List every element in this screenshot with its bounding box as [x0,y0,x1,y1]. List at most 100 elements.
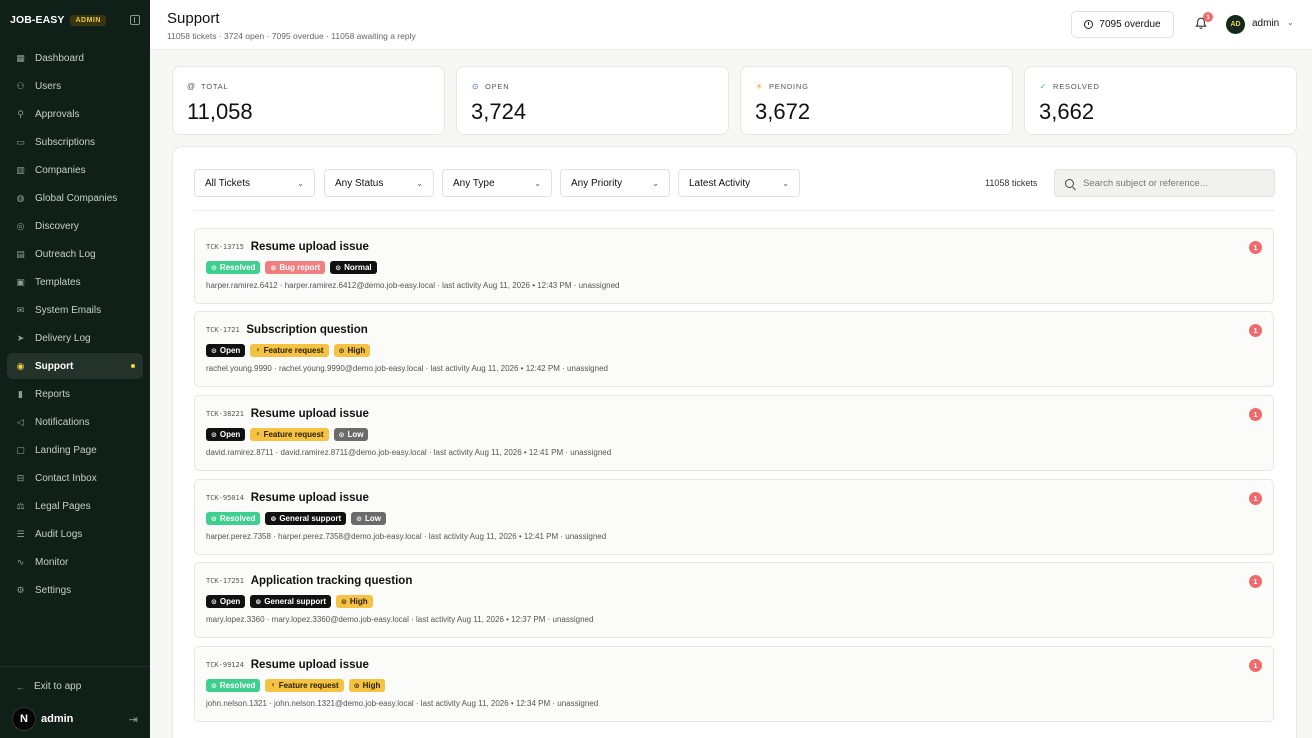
sidebar-item-support[interactable]: ◉ Support [7,353,143,379]
sidebar-item-companies[interactable]: ▥ Companies [7,157,143,183]
tag-bug: ⊗ Bug report [265,261,326,274]
ticket-subject[interactable]: Application tracking question [251,575,413,587]
ticket-row[interactable]: TCK-17251 Application tracking question ⊙ O… [194,562,1274,638]
header-user-name[interactable]: admin [1252,18,1279,29]
arrow-left-icon: ← [16,681,25,692]
ticket-subject[interactable]: Resume upload issue [251,659,369,671]
ticket-reference: TCK-17251 [206,577,244,585]
page-subtitle: 11058 tickets · 3724 open · 7095 overdue… [167,31,416,41]
tag-icon: ⊙ [211,598,217,606]
tag-icon: ⊙ [353,682,360,690]
tag-feature: ♀ Feature request [250,428,329,441]
sidebar-divider [0,666,150,667]
chevron-down-icon[interactable]: ⌄ [1287,18,1294,27]
sidebar-item-notifications[interactable]: ◁ Notifications [7,409,143,435]
globe-icon: ◍ [16,192,25,203]
sidebar-item-audit-logs[interactable]: ☰ Audit Logs [7,521,143,547]
template-icon: ▣ [16,276,25,287]
exit-to-app-link[interactable]: ← Exit to app [15,681,81,692]
status-filter-select[interactable]: Any Status ⌄ [324,169,434,197]
tag-label: General support [279,514,342,523]
ticket-count: 11058 tickets [985,178,1038,188]
sidebar-item-discovery[interactable]: ◎ Discovery [7,213,143,239]
avatar[interactable]: N [12,707,36,731]
tag-label: Resolved [219,681,256,690]
sidebar-item-global-companies[interactable]: ◍ Global Companies [7,185,143,211]
page-header: Support 11058 tickets · 3724 open · 7095… [150,0,1312,50]
ticket-row[interactable]: TCK-38221 Resume upload issue ⊙ Open ♀ Featur… [194,395,1274,471]
sidebar-item-label: Subscriptions [35,136,96,148]
ticket-row[interactable]: TCK-1721 Subscription question ⊙ Open ♀ Featu… [194,311,1274,387]
tag-general: ⊚ General support [250,595,331,608]
sidebar-item-approvals[interactable]: ⚲ Approvals [7,101,143,127]
tag-icon: ♀ [270,682,276,689]
tag-icon: ⊙ [211,347,217,355]
sidebar: JOB-EASY ADMIN ▦ Dashboard ⚇ Users ⚲ Approval… [0,0,150,738]
tag-label: Bug report [279,263,321,272]
sidebar-item-subscriptions[interactable]: ▭ Subscriptions [7,129,143,155]
tag-high: ⊙ High [333,344,371,357]
logout-icon[interactable]: ⇥ [129,713,138,726]
gear-icon: ⚙ [16,584,25,595]
chevron-down-icon: ⌄ [652,178,659,188]
ticket-row[interactable]: TCK-13715 Resume upload issue ⊙ Resolved ⊗ Bu… [194,228,1274,304]
ticket-subject[interactable]: Subscription question [246,324,367,336]
sidebar-item-system-emails[interactable]: ✉ System Emails [7,297,143,323]
ticket-meta: mary.lopez.3360 · mary.lopez.3360@demo.j… [206,615,594,624]
ticket-subject[interactable]: Resume upload issue [251,408,369,420]
stat-label: @ TOTAL [187,82,228,91]
unread-count-badge: 1 [1249,324,1262,337]
sidebar-item-label: Companies [35,164,86,176]
send-icon: ➤ [16,332,25,343]
sidebar-item-contact-inbox[interactable]: ⊟ Contact Inbox [7,465,143,491]
ticket-reference: TCK-13715 [206,243,244,251]
active-indicator-dot [131,364,135,368]
page-title: Support [167,10,220,27]
tag-icon: ⊙ [211,682,217,690]
overdue-button[interactable]: 7095 overdue [1071,11,1174,38]
sort-select[interactable]: Latest Activity ⌄ [678,169,800,197]
sidebar-item-monitor[interactable]: ∿ Monitor [7,549,143,575]
sidebar-item-outreach-log[interactable]: ▤ Outreach Log [7,241,143,267]
search-box[interactable] [1054,169,1275,197]
sidebar-item-users[interactable]: ⚇ Users [7,73,143,99]
unread-count-badge: 1 [1249,659,1262,672]
sidebar-user: N admin ⇥ [12,706,138,732]
ticket-subject[interactable]: Resume upload issue [251,241,369,253]
sidebar-toggle-icon[interactable] [130,15,140,25]
stat-label: ✳ PENDING [755,82,809,91]
brand-name: JOB-EASY [10,14,65,26]
tag-label: Normal [344,263,372,272]
unread-count-badge: 1 [1249,575,1262,588]
sidebar-item-label: Users [35,80,62,92]
sidebar-item-landing-page[interactable]: ▢ Landing Page [7,437,143,463]
tag-resolved: ⊙ Resolved [206,512,261,525]
sidebar-item-dashboard[interactable]: ▦ Dashboard [7,45,143,71]
ticket-row[interactable]: TCK-95014 Resume upload issue ⊙ Resolved ⊚ Ge… [194,479,1274,555]
tag-icon: ⊙ [356,515,362,523]
header-avatar[interactable]: AD [1226,15,1245,34]
search-input[interactable] [1083,177,1263,189]
users-icon: ⚇ [16,80,25,91]
sidebar-item-legal-pages[interactable]: ⚖ Legal Pages [7,493,143,519]
circle-dot-icon: ⊙ [471,82,480,91]
tag-icon: ⊚ [270,515,277,523]
sidebar-item-templates[interactable]: ▣ Templates [7,269,143,295]
tag-icon: ♀ [255,347,261,354]
ticket-row[interactable]: TCK-99124 Resume upload issue ⊙ Resolved ♀ Fe… [194,646,1274,722]
sidebar-item-label: Support [35,360,74,372]
tickets-filter-select[interactable]: All Tickets ⌄ [194,169,315,197]
tag-icon: ⊙ [341,598,347,606]
type-filter-select[interactable]: Any Type ⌄ [442,169,552,197]
divider [194,210,1275,211]
sidebar-item-reports[interactable]: ▮ Reports [7,381,143,407]
ticket-subject[interactable]: Resume upload issue [251,492,369,504]
exit-label: Exit to app [34,681,82,692]
tag-label: High [362,681,381,690]
priority-filter-select[interactable]: Any Priority ⌄ [560,169,670,197]
inbox-icon: ▤ [16,248,25,259]
sidebar-item-settings[interactable]: ⚙ Settings [7,577,143,603]
priority-filter-value: Any Priority [571,177,623,189]
tag-low: ⊙ Low [351,512,386,525]
sidebar-item-delivery-log[interactable]: ➤ Delivery Log [7,325,143,351]
